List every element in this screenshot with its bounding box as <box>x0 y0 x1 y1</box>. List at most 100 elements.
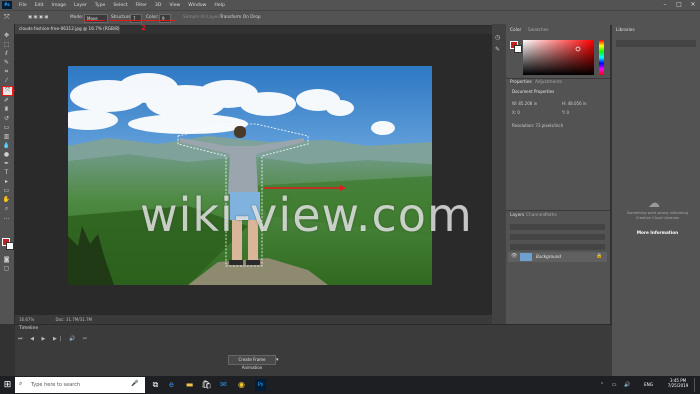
eraser-tool-icon[interactable]: ▭ <box>2 124 11 132</box>
tab-swatches[interactable]: Swatches <box>528 28 549 33</box>
history-icon[interactable]: ◷ <box>495 34 500 41</box>
y-value[interactable]: Y: 0 <box>562 110 569 115</box>
microphone-icon[interactable]: 🎤 <box>131 380 138 387</box>
document-tab[interactable]: clouds-fashion-free-06312.jpg @ 16.7% (R… <box>15 24 120 34</box>
height-value[interactable]: H: 48.056 in <box>562 101 587 106</box>
color-field-gradient <box>523 40 594 75</box>
timeline-panel <box>15 324 613 377</box>
system-tray-icons[interactable]: ⌃ ▭ 🔊 <box>600 382 633 388</box>
layer-filter-bar[interactable] <box>510 224 605 230</box>
edge-icon[interactable]: e <box>166 379 177 391</box>
photoshop-taskbar-icon[interactable]: Ps <box>255 379 266 391</box>
clock-date: 7/25/2019 <box>667 383 689 388</box>
mode-select[interactable]: Move <box>84 14 108 23</box>
menu-type[interactable]: Type <box>91 3 110 8</box>
file-explorer-icon[interactable]: ▬ <box>184 379 195 391</box>
brush-settings-icon[interactable]: ✎ <box>495 46 500 53</box>
menu-layer[interactable]: Layer <box>70 3 91 8</box>
content-aware-move-tool-icon[interactable]: ⤧ <box>4 13 10 22</box>
menu-view[interactable]: View <box>165 3 184 8</box>
menu-file[interactable]: File <box>15 3 31 8</box>
chevron-down-icon[interactable]: ▾ <box>276 355 284 365</box>
type-tool-icon[interactable]: T <box>2 169 11 177</box>
color-picker-field[interactable] <box>523 40 594 75</box>
lasso-tool-icon[interactable]: ℓ <box>2 50 11 58</box>
blur-tool-icon[interactable]: 💧 <box>2 142 11 150</box>
divider <box>506 210 610 211</box>
menu-image[interactable]: Image <box>48 3 70 8</box>
library-search-field[interactable] <box>616 40 696 47</box>
marquee-tool-icon[interactable]: ⬚ <box>2 41 11 49</box>
history-brush-tool-icon[interactable]: ↺ <box>2 115 11 123</box>
move-tool-icon[interactable]: ✥ <box>2 32 11 40</box>
lock-bar[interactable] <box>510 244 605 250</box>
content-aware-move-tool-icon[interactable]: ⤧ <box>2 86 13 96</box>
doc-size[interactable]: Doc: 31.7M/31.7M <box>56 317 92 322</box>
chrome-icon[interactable]: ◉ <box>236 379 247 391</box>
clone-stamp-tool-icon[interactable]: ♜ <box>2 106 11 114</box>
create-frame-animation-button[interactable]: Create Frame Animation <box>228 355 276 370</box>
annotation-number-2: 2 <box>141 24 146 32</box>
blend-mode-bar[interactable] <box>510 234 605 240</box>
transform-on-drop-checkbox[interactable]: Transform On Drop <box>220 13 261 22</box>
more-tools-icon[interactable]: … <box>2 214 11 222</box>
menu-items: File Edit Image Layer Type Select Filter… <box>15 3 229 8</box>
color-input[interactable]: 9 <box>159 14 171 23</box>
tab-adjustments[interactable]: Adjustments <box>535 80 562 85</box>
menu-3d[interactable]: 3D <box>151 3 165 8</box>
quick-mask-icon[interactable]: ◙ <box>2 256 11 264</box>
structure-input[interactable]: 7 <box>130 14 142 23</box>
show-desktop-button[interactable] <box>694 378 700 392</box>
sample-all-layers-checkbox[interactable]: Sample All Layers <box>183 13 221 22</box>
hue-slider[interactable] <box>599 40 604 75</box>
document-image[interactable] <box>68 66 432 285</box>
taskbar-clock[interactable]: 3:45 PM 7/25/2019 <box>662 378 694 388</box>
menu-select[interactable]: Select <box>109 3 131 8</box>
more-information-link[interactable]: More Information <box>620 230 695 235</box>
crop-tool-icon[interactable]: ⌗ <box>2 68 11 76</box>
maximize-icon[interactable]: □ <box>672 0 686 10</box>
selection-mode-icons[interactable]: ▣ ▣ ▣ ▣ <box>28 13 48 22</box>
shape-tool-icon[interactable]: ▭ <box>2 187 11 195</box>
task-view-icon[interactable]: ⧉ <box>150 379 161 391</box>
layer-row[interactable]: 👁 Background 🔒 <box>508 252 607 262</box>
quick-select-tool-icon[interactable]: ✎ <box>2 59 11 67</box>
tab-layers[interactable]: Layers <box>510 213 524 218</box>
store-icon[interactable]: 🛍 <box>201 379 212 391</box>
tab-color[interactable]: Color <box>510 28 521 33</box>
menu-filter[interactable]: Filter <box>132 3 151 8</box>
language-indicator[interactable]: ENG <box>644 382 653 387</box>
menu-help[interactable]: Help <box>210 3 228 8</box>
timeline-controls[interactable]: ⏮ ◀ ▶ ▶| 🔊 ✂ <box>18 336 108 344</box>
windows-start-icon[interactable]: ⊞ <box>0 376 15 394</box>
library-error-message: Something went wrong initializing Creati… <box>626 211 689 220</box>
layer-name[interactable]: Background <box>536 254 561 259</box>
tab-libraries[interactable]: Libraries <box>616 28 635 33</box>
menu-window[interactable]: Window <box>184 3 210 8</box>
mail-icon[interactable]: ✉ <box>218 379 229 391</box>
menu-edit[interactable]: Edit <box>31 3 48 8</box>
hand-tool-icon[interactable]: ✋ <box>2 196 11 204</box>
x-value[interactable]: X: 0 <box>512 110 520 115</box>
panel-icon-strip: ◷ ✎ <box>492 24 506 324</box>
gradient-tool-icon[interactable]: ▥ <box>2 133 11 141</box>
zoom-tool-icon[interactable]: ⌕ <box>2 205 11 213</box>
tab-properties[interactable]: Properties <box>510 80 532 85</box>
eye-icon[interactable]: 👁 <box>511 253 517 259</box>
eyedropper-tool-icon[interactable]: ⁄ <box>2 77 11 85</box>
pen-tool-icon[interactable]: ✒ <box>2 160 11 168</box>
minimize-icon[interactable]: – <box>658 0 672 10</box>
taskbar-search-box[interactable]: Type here to search <box>15 377 145 393</box>
document-status-bar: 16.67% Doc: 31.7M/31.7M <box>15 315 492 324</box>
background-color-swatch[interactable] <box>6 242 14 250</box>
brush-tool-icon[interactable]: ✐ <box>2 97 11 105</box>
path-select-tool-icon[interactable]: ▸ <box>2 178 11 186</box>
tab-paths[interactable]: Paths <box>545 213 557 218</box>
close-icon[interactable]: ✕ <box>686 0 700 10</box>
dodge-tool-icon[interactable]: ● <box>2 151 11 159</box>
width-value[interactable]: W: 85.208 in <box>512 101 537 106</box>
tab-channels[interactable]: Channels <box>526 213 546 218</box>
screen-mode-icon[interactable]: ▢ <box>2 265 11 273</box>
color-panel-background[interactable] <box>514 45 522 53</box>
zoom-level[interactable]: 16.67% <box>19 317 34 322</box>
